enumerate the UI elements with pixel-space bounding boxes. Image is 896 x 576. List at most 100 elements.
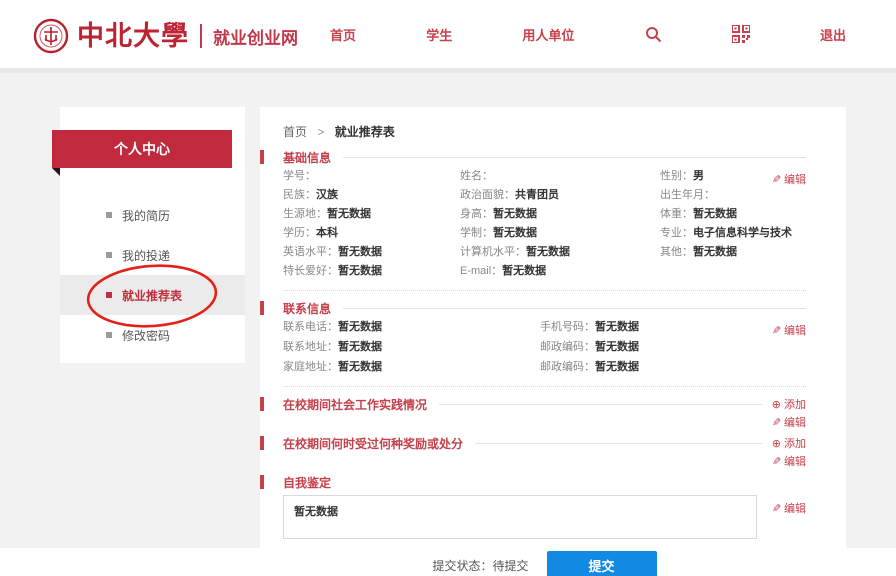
search-icon[interactable] xyxy=(645,26,662,43)
submit-row: 提交状态：待提交 提交 xyxy=(283,551,806,576)
field: 计算机水平：暂无数据 xyxy=(460,245,660,260)
edit-practice-button[interactable]: 编辑 xyxy=(772,417,806,429)
square-bullet-icon xyxy=(106,252,112,258)
field: 姓名： xyxy=(460,169,660,184)
submit-status-value: 待提交 xyxy=(493,559,529,573)
contact-info-grid: 联系电话：暂无数据手机号码：暂无数据联系地址：暂无数据邮政编码：暂无数据家庭地址… xyxy=(283,320,806,375)
university-name: 中北大學 xyxy=(77,23,189,50)
field: 身高：暂无数据 xyxy=(460,207,660,222)
field-label: 邮政编码： xyxy=(540,341,595,353)
nav-home[interactable]: 首页 xyxy=(330,25,356,44)
logout-link[interactable]: 退出 xyxy=(820,25,846,44)
edit-contact-info-button[interactable]: 编辑 xyxy=(772,322,806,338)
logo-divider xyxy=(200,24,202,48)
self-assessment-textbox[interactable]: 暂无数据 xyxy=(283,495,757,539)
field-label: 身高： xyxy=(460,208,493,220)
field-value: 暂无数据 xyxy=(493,227,537,239)
awards-edit-row: 编辑 xyxy=(283,455,806,469)
field-label: 邮政编码： xyxy=(540,361,595,373)
submit-status-label: 提交状态： xyxy=(432,559,492,573)
section-bar xyxy=(260,436,264,450)
field: 政治面貌：共青团员 xyxy=(460,188,660,203)
field-value: 汉族 xyxy=(316,189,338,201)
edit-basic-info-button[interactable]: 编辑 xyxy=(772,171,806,187)
sidebar-item[interactable]: 就业推荐表 xyxy=(60,275,245,315)
breadcrumb-home[interactable]: 首页 xyxy=(283,125,307,139)
field: 家庭地址：暂无数据 xyxy=(283,360,540,375)
field: 生源地：暂无数据 xyxy=(283,207,460,222)
field-value: 本科 xyxy=(316,227,338,239)
section-rule xyxy=(343,157,806,158)
main-nav: 首页 学生 用人单位 xyxy=(330,0,846,68)
sidebar-title-banner: 个人中心 xyxy=(52,130,232,168)
field-value: 暂无数据 xyxy=(693,208,737,220)
field: E-mail：暂无数据 xyxy=(460,264,660,279)
nav-students[interactable]: 学生 xyxy=(426,25,452,44)
field-label: 民族： xyxy=(283,189,316,201)
field-value: 暂无数据 xyxy=(595,321,639,333)
edit-awards-button[interactable]: 编辑 xyxy=(772,456,806,468)
field: 学号： xyxy=(283,169,460,184)
sidebar-item[interactable]: 我的投递 xyxy=(60,235,245,275)
field-value: 共青团员 xyxy=(515,189,559,201)
field: 出生年月： xyxy=(660,188,806,203)
field-label: 姓名： xyxy=(460,170,493,182)
field-label: 英语水平： xyxy=(283,246,338,258)
add-practice-button[interactable]: 添加 xyxy=(772,396,806,412)
university-seal-icon xyxy=(33,18,69,54)
field-value: 暂无数据 xyxy=(595,361,639,373)
basic-info-block: 学号：姓名： 性别：男民族：汉族 政治面貌：共青团员出生年月： 生源地：暂无数据身高：… xyxy=(283,169,806,291)
field-value: 暂无数据 xyxy=(338,341,382,353)
section-bar xyxy=(260,475,264,489)
submit-status: 提交状态：待提交 xyxy=(432,557,528,574)
field-value: 暂无数据 xyxy=(493,208,537,220)
field-value: 暂无数据 xyxy=(526,246,570,258)
field: 英语水平：暂无数据 xyxy=(283,245,460,260)
section-awards-title: 在校期间何时受过何种奖励或处分 添加 xyxy=(283,435,806,451)
field-label: 联系地址： xyxy=(283,341,338,353)
site-logo[interactable]: 中北大學 就业创业网 xyxy=(33,15,298,57)
field-value: 暂无数据 xyxy=(327,208,371,220)
field-value: 暂无数据 xyxy=(338,361,382,373)
section-rule xyxy=(475,443,762,444)
breadcrumb: 首页 > 就业推荐表 xyxy=(283,123,806,140)
section-self-assessment-title: 自我鉴定 xyxy=(283,474,806,490)
field: 邮政编码：暂无数据 xyxy=(540,340,806,355)
field: 联系地址：暂无数据 xyxy=(283,340,540,355)
field: 学历：本科 xyxy=(283,226,460,241)
field-label: E-mail： xyxy=(460,265,502,277)
field: 学制：暂无数据 xyxy=(460,226,660,241)
sidebar-item[interactable]: 修改密码 xyxy=(60,315,245,355)
field-label: 联系电话： xyxy=(283,321,338,333)
section-bar xyxy=(260,150,264,164)
edit-self-assessment-button[interactable]: 编辑 xyxy=(772,500,806,516)
submit-button[interactable]: 提交 xyxy=(547,551,657,576)
basic-info-grid: 学号：姓名： 性别：男民族：汉族 政治面貌：共青团员出生年月： 生源地：暂无数据身高：… xyxy=(283,169,806,279)
sidebar: 个人中心 我的简历我的投递就业推荐表修改密码 xyxy=(60,107,245,363)
field-label: 家庭地址： xyxy=(283,361,338,373)
main-panel: 首页 > 就业推荐表 基础信息 学号：姓名：性别：男民族：汉族政治面貌：共青团员… xyxy=(260,107,846,548)
field-label: 学历： xyxy=(283,227,316,239)
field-label: 手机号码： xyxy=(540,321,595,333)
square-bullet-icon xyxy=(106,292,112,298)
section-practice-title: 在校期间社会工作实践情况 添加 xyxy=(283,396,806,412)
section-rule xyxy=(439,404,762,405)
field-value: 男 xyxy=(693,170,704,182)
add-awards-button[interactable]: 添加 xyxy=(772,435,806,451)
field-value: 暂无数据 xyxy=(338,265,382,277)
field-label: 出生年月： xyxy=(660,189,715,201)
self-assessment-block: 暂无数据 编辑 xyxy=(283,495,806,539)
field-value: 暂无数据 xyxy=(338,321,382,333)
field: 专业：电子信息科学与技术 xyxy=(660,226,806,241)
top-header: 中北大學 就业创业网 首页 学生 用人单位 xyxy=(0,0,896,68)
sidebar-item-label: 修改密码 xyxy=(122,327,170,344)
field: 手机号码：暂无数据 xyxy=(540,320,806,335)
nav-employers[interactable]: 用人单位 xyxy=(522,25,574,44)
field-label: 性别： xyxy=(660,170,693,182)
field: 其他：暂无数据 xyxy=(660,245,806,260)
sidebar-item[interactable]: 我的简历 xyxy=(60,195,245,235)
qr-code-icon[interactable] xyxy=(732,25,750,43)
field xyxy=(660,264,806,279)
field-label: 其他： xyxy=(660,246,693,258)
sidebar-item-label: 就业推荐表 xyxy=(122,287,182,304)
